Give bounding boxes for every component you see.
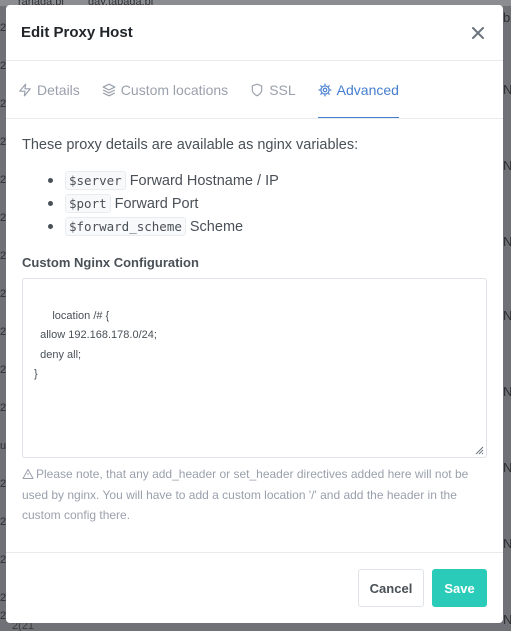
tab-custom-locations[interactable]: Custom locations xyxy=(102,62,228,118)
tab-advanced[interactable]: Advanced xyxy=(317,62,399,118)
close-button[interactable] xyxy=(467,22,489,44)
list-item: $server Forward Hostname / IP xyxy=(46,169,487,192)
tab-details[interactable]: Details xyxy=(18,62,80,118)
list-item: $forward_scheme Scheme xyxy=(46,215,487,238)
cancel-button[interactable]: Cancel xyxy=(358,569,424,607)
variables-intro: These proxy details are available as ngi… xyxy=(22,137,359,153)
modal-title: Edit Proxy Host xyxy=(21,24,133,41)
edit-proxy-host-modal: Edit Proxy Host Details Custom locations xyxy=(6,5,503,623)
list-item: $port Forward Port xyxy=(46,192,487,215)
shield-icon xyxy=(251,83,263,96)
custom-config-textarea[interactable]: location /# { allow 192.168.178.0/24; de… xyxy=(22,278,487,458)
warning-icon xyxy=(22,469,34,479)
tab-ssl[interactable]: SSL xyxy=(250,62,296,118)
background-right-text: N xyxy=(503,612,511,627)
tab-label: Details xyxy=(37,81,80,98)
background-right-text: N xyxy=(503,384,511,399)
variable-code: $port xyxy=(65,194,111,213)
close-icon xyxy=(472,26,484,39)
modal-header: Edit Proxy Host xyxy=(6,5,503,61)
config-text: location /# { allow 192.168.178.0/24; de… xyxy=(34,309,157,381)
variables-list: $server Forward Hostname / IP $port Forw… xyxy=(46,169,487,238)
custom-config-label: Custom Nginx Configuration xyxy=(22,255,199,270)
tab-label: Custom locations xyxy=(120,81,229,98)
note-text: Please note, that any add_header or set_… xyxy=(22,467,469,522)
config-note: Please note, that any add_header or set_… xyxy=(22,464,487,526)
background-right-text: N xyxy=(503,536,511,551)
background-right-text: N xyxy=(503,158,511,173)
gear-icon xyxy=(318,83,332,96)
background-right-text: b xyxy=(503,10,511,25)
variable-code: $server xyxy=(65,171,126,190)
tab-label: SSL xyxy=(269,81,296,98)
variable-description: Scheme xyxy=(189,218,244,235)
tab-bar: Details Custom locations SSL Advanced xyxy=(6,61,503,119)
variable-code: $forward_scheme xyxy=(65,217,186,236)
background-right-text: N xyxy=(503,82,511,97)
background-right-text: N xyxy=(503,460,511,475)
resize-handle-icon[interactable] xyxy=(474,445,484,455)
variable-description: Forward Hostname / IP xyxy=(129,172,279,189)
lightning-icon xyxy=(19,83,31,96)
modal-footer: Cancel Save xyxy=(6,552,503,623)
variable-description: Forward Port xyxy=(114,195,199,212)
background-right-text: N xyxy=(503,308,511,323)
save-button[interactable]: Save xyxy=(432,569,487,607)
background-right-text: N xyxy=(503,234,511,249)
layers-icon xyxy=(102,83,116,96)
tab-label: Advanced xyxy=(336,81,399,98)
modal-body: These proxy details are available as ngi… xyxy=(6,119,503,526)
